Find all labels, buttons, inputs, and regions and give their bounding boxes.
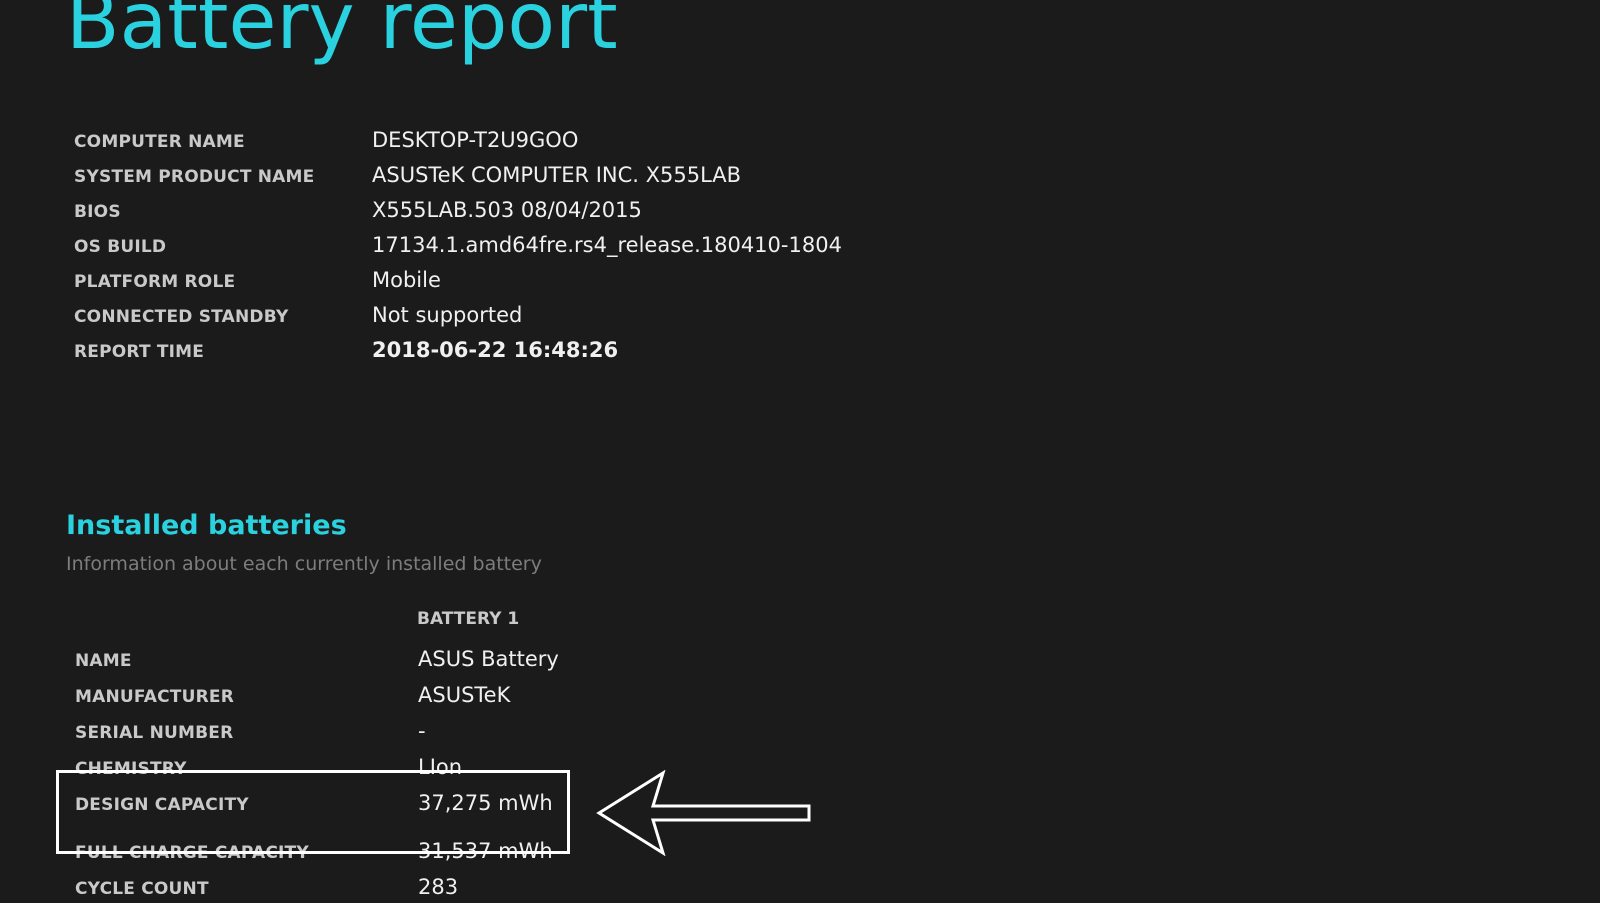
info-value: ASUSTeK COMPUTER INC. X555LAB	[372, 163, 742, 187]
battery-value: 283	[418, 875, 459, 899]
battery-value: ASUSTeK	[418, 683, 511, 707]
battery-label: CYCLE COUNT	[75, 879, 209, 899]
left-arrow-icon	[596, 770, 811, 856]
battery-row-manufacturer: MANUFACTURER ASUSTeK	[0, 681, 900, 711]
info-row-os-build: OS BUILD 17134.1.amd64fre.rs4_release.18…	[0, 231, 900, 261]
info-row-system-product-name: SYSTEM PRODUCT NAME ASUSTeK COMPUTER INC…	[0, 161, 900, 191]
battery-value: ASUS Battery	[418, 647, 559, 671]
battery-row-serial-number: SERIAL NUMBER -	[0, 717, 900, 747]
info-value: DESKTOP-T2U9GOO	[372, 128, 579, 152]
info-value: X555LAB.503 08/04/2015	[372, 198, 642, 222]
page-title: Battery report	[66, 0, 618, 67]
battery-row-cycle-count: CYCLE COUNT 283	[0, 873, 900, 903]
installed-batteries-heading: Installed batteries	[66, 510, 347, 541]
info-value: Mobile	[372, 268, 441, 292]
battery-label: MANUFACTURER	[75, 687, 234, 707]
info-label: BIOS	[74, 202, 121, 222]
info-value: Not supported	[372, 303, 523, 327]
info-label: OS BUILD	[74, 237, 167, 257]
battery-column-header: BATTERY 1	[417, 609, 520, 629]
info-row-computer-name: COMPUTER NAME DESKTOP-T2U9GOO	[0, 126, 900, 156]
capacity-highlight-box	[56, 770, 570, 854]
battery-row-name: NAME ASUS Battery	[0, 645, 900, 675]
installed-batteries-subtitle: Information about each currently install…	[66, 553, 542, 575]
info-label: SYSTEM PRODUCT NAME	[74, 167, 315, 187]
info-label: PLATFORM ROLE	[74, 272, 236, 292]
battery-value: -	[418, 719, 426, 743]
info-row-platform-role: PLATFORM ROLE Mobile	[0, 266, 900, 296]
info-row-report-time: REPORT TIME 2018-06-22 16:48:26	[0, 336, 900, 366]
battery-label: NAME	[75, 651, 132, 671]
info-row-bios: BIOS X555LAB.503 08/04/2015	[0, 196, 900, 226]
info-row-connected-standby: CONNECTED STANDBY Not supported	[0, 301, 900, 331]
info-label: CONNECTED STANDBY	[74, 307, 289, 327]
info-value: 2018-06-22 16:48:26	[372, 338, 619, 362]
info-label: REPORT TIME	[74, 342, 205, 362]
info-label: COMPUTER NAME	[74, 132, 245, 152]
battery-label: SERIAL NUMBER	[75, 723, 234, 743]
info-value: 17134.1.amd64fre.rs4_release.180410-1804	[372, 233, 842, 257]
